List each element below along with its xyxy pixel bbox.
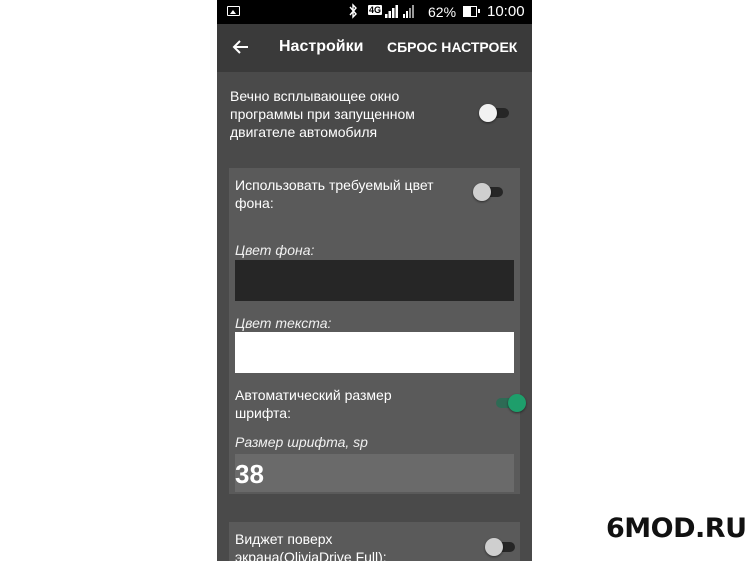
popup-window-switch[interactable]: [479, 103, 511, 123]
popup-window-label: Вечно всплывающее окно программы при зап…: [230, 88, 415, 140]
text-color-picker[interactable]: [235, 332, 514, 373]
page-title: Настройки: [279, 38, 364, 55]
widget-overlay-switch[interactable]: [485, 537, 517, 557]
battery-icon: [463, 6, 480, 17]
font-size-label: Размер шрифта, sp: [235, 434, 368, 450]
watermark-text: 6MOD.RU: [606, 513, 747, 544]
back-arrow-icon[interactable]: [231, 37, 251, 57]
font-size-input[interactable]: 38: [235, 454, 514, 492]
auto-font-size-switch[interactable]: [494, 393, 526, 413]
auto-font-size-label: Автоматический размер шрифта:: [235, 387, 392, 421]
use-bg-color-switch[interactable]: [473, 182, 505, 202]
clock: 10:00: [487, 3, 525, 20]
image-notification-icon: [227, 6, 240, 16]
signal-strength-sim2-icon: [403, 5, 414, 18]
bg-color-label: Цвет фона:: [235, 242, 315, 258]
network-type-badge: 4G: [368, 5, 383, 15]
appearance-card: Использовать требуемый цвет фона: Цвет ф…: [229, 168, 526, 494]
battery-percent: 62%: [428, 4, 457, 20]
text-color-label: Цвет текста:: [235, 315, 332, 331]
switch-thumb: [473, 183, 491, 201]
phone-screen: 4G 62% 10:00 Настройки СБРОС НАСТРОЕК Ве…: [217, 0, 532, 561]
widget-card: Виджет поверх экрана(OliviaDrive Full):: [229, 522, 520, 561]
widget-overlay-label: Виджет поверх экрана(OliviaDrive Full):: [235, 531, 387, 561]
reset-settings-button[interactable]: СБРОС НАСТРОЕК: [387, 39, 517, 55]
bg-color-picker[interactable]: [235, 260, 514, 301]
use-bg-color-label: Использовать требуемый цвет фона:: [235, 177, 434, 211]
app-bar: Настройки СБРОС НАСТРОЕК: [217, 24, 532, 72]
switch-thumb: [479, 104, 497, 122]
signal-strength-icon: [385, 5, 398, 18]
switch-thumb: [508, 394, 526, 412]
bluetooth-icon: [348, 3, 358, 22]
status-bar: 4G 62% 10:00: [217, 0, 532, 24]
font-size-value: 38: [235, 459, 264, 489]
switch-thumb: [485, 538, 503, 556]
